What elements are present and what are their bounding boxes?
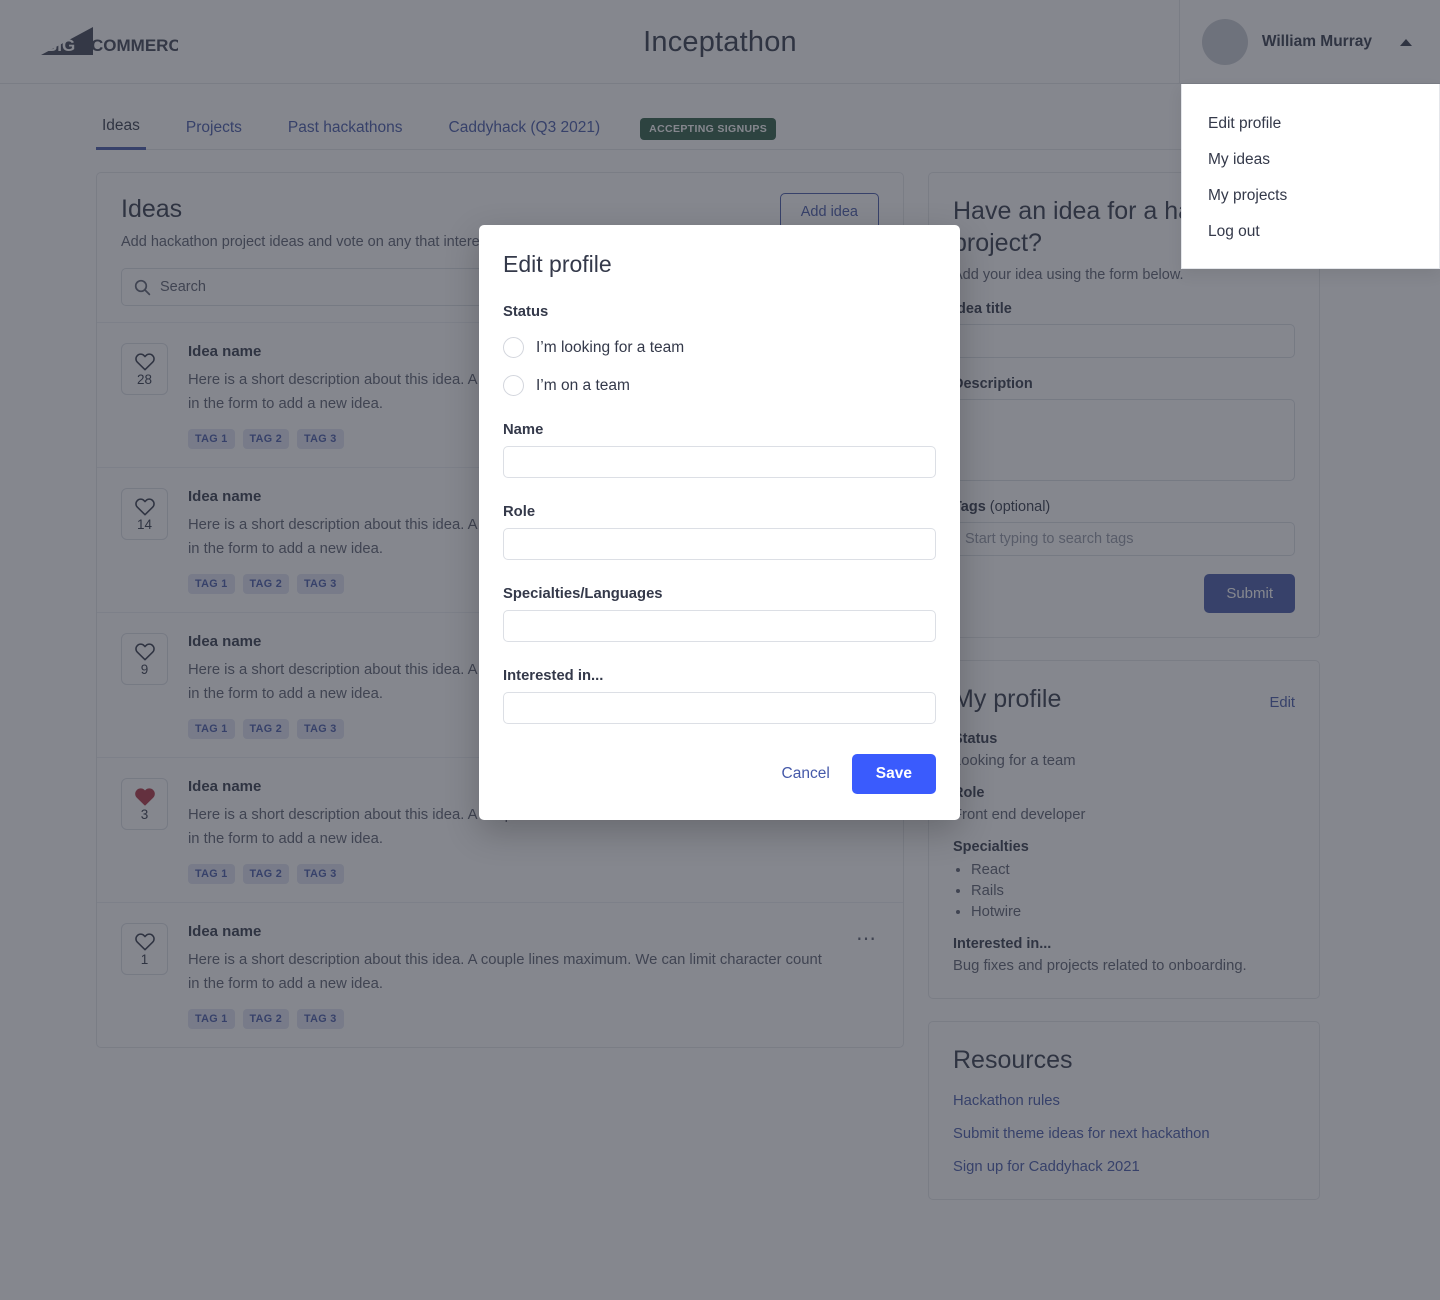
modal-role-field[interactable] [503,528,936,560]
radio-icon [503,337,524,358]
radio-icon [503,375,524,396]
modal-interested-field[interactable] [503,692,936,724]
radio-looking-for-team[interactable]: I’m looking for a team [503,337,936,358]
radio-on-a-team[interactable]: I’m on a team [503,375,936,396]
modal-specialties-field[interactable] [503,610,936,642]
cancel-button[interactable]: Cancel [782,765,830,783]
radio-on-a-team-label: I’m on a team [536,376,630,394]
radio-looking-for-team-label: I’m looking for a team [536,338,685,356]
save-button[interactable]: Save [851,754,936,794]
modal-interested-label: Interested in... [503,668,604,684]
menu-item-log-out[interactable]: Log out [1182,214,1439,250]
user-dropdown-menu: Edit profile My ideas My projects Log ou… [1181,84,1440,269]
modal-title: Edit profile [503,251,612,277]
menu-item-my-projects[interactable]: My projects [1182,178,1439,214]
modal-name-field[interactable] [503,446,936,478]
modal-role-label: Role [503,504,536,520]
modal-name-label: Name [503,422,544,438]
app-root: BIG COMMERCE Inceptathon William Murray … [0,0,1440,1300]
modal-actions: Cancel Save [503,754,936,794]
menu-item-edit-profile[interactable]: Edit profile [1182,106,1439,142]
edit-profile-modal: Edit profile Status I’m looking for a te… [479,225,960,820]
modal-specialties-label: Specialties/Languages [503,586,663,602]
modal-status-label: Status [503,304,549,320]
menu-item-my-ideas[interactable]: My ideas [1182,142,1439,178]
